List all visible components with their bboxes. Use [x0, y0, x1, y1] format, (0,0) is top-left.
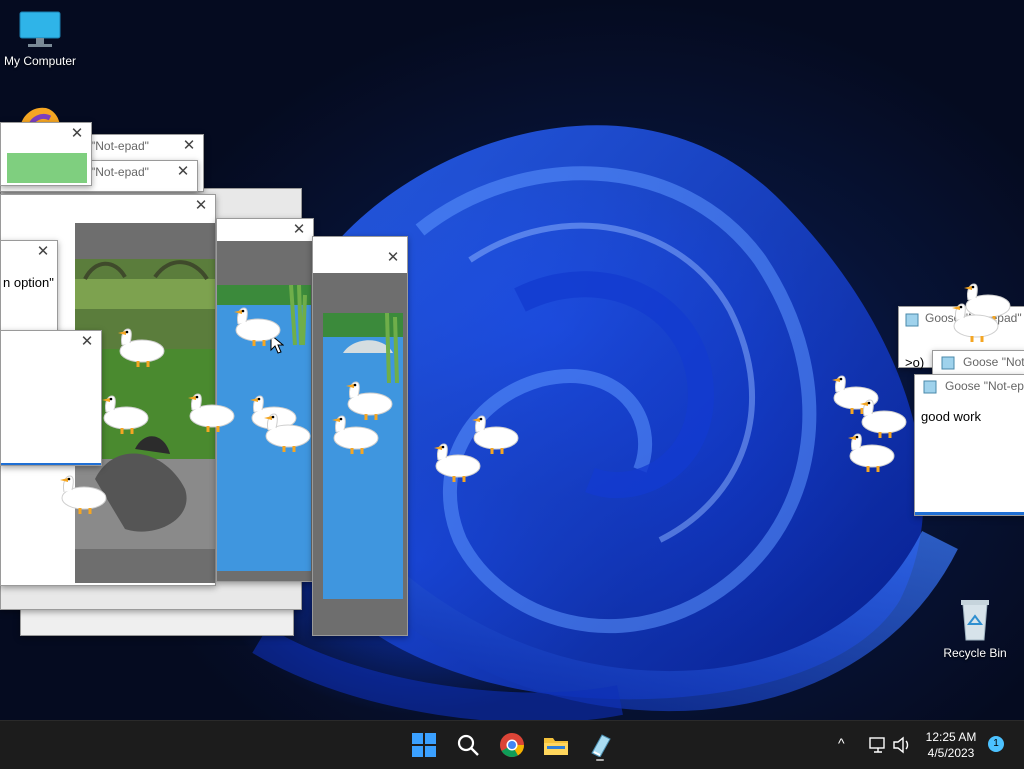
notepad-icon [941, 356, 955, 370]
monitor-icon [19, 11, 61, 47]
clock-time: 12:25 AM [925, 730, 977, 744]
network-icon[interactable] [868, 736, 888, 754]
chrome-button[interactable] [496, 729, 528, 761]
clock-date: 4/5/2023 [927, 746, 975, 760]
close-icon[interactable]: ✕ [193, 197, 209, 213]
window-accent-bar [915, 512, 1024, 515]
windows-logo-icon [412, 733, 436, 757]
pond-window-2[interactable]: ✕ [312, 236, 408, 636]
taskbar: ^ 12:25 AM 4/5/2023 [0, 720, 1024, 769]
close-icon[interactable]: ✕ [385, 249, 401, 265]
small-window-blank[interactable]: ✕ [0, 330, 102, 466]
option-text: n option" [3, 275, 54, 290]
notepad-app-button[interactable] [584, 729, 616, 761]
notepad-icon [591, 734, 611, 757]
pond-window-1[interactable]: ✕ [216, 218, 314, 582]
mouse-cursor-icon [270, 334, 284, 354]
close-icon[interactable]: ✕ [79, 333, 95, 349]
my-computer-shortcut[interactable]: My Computer [0, 10, 80, 68]
close-icon[interactable]: ✕ [69, 125, 85, 141]
my-computer-label: My Computer [3, 54, 77, 68]
goose-ascii-text: >o) [905, 355, 925, 370]
close-icon[interactable]: ✕ [35, 243, 51, 259]
clock[interactable]: 12:25 AM 4/5/2023 [916, 729, 986, 761]
close-icon[interactable]: ✕ [181, 137, 197, 153]
recycle-bin-shortcut[interactable]: Recycle Bin [935, 598, 1015, 660]
notepad-icon [923, 380, 937, 394]
desktop: My Computer Recycle Bin "Not-epad" ✕ "No… [0, 0, 1024, 720]
show-hidden-icons-button[interactable]: ^ [838, 735, 845, 751]
recycle-bin-icon [961, 600, 989, 641]
good-work-text: good work [921, 409, 981, 424]
close-icon[interactable]: ✕ [175, 163, 191, 179]
green-panel [7, 153, 87, 183]
folder-icon [544, 738, 568, 755]
file-explorer-button[interactable] [540, 729, 572, 761]
pond-reeds [217, 285, 311, 346]
search-icon [457, 734, 479, 756]
volume-icon[interactable] [892, 736, 912, 754]
recycle-bin-label: Recycle Bin [943, 646, 1007, 660]
small-window-green[interactable]: ✕ [0, 122, 92, 186]
search-button[interactable] [452, 729, 484, 761]
window-accent-bar [1, 463, 101, 465]
notepad-icon [905, 313, 919, 327]
notification-badge[interactable]: 1 [988, 736, 1004, 752]
goose-notepad-window-3[interactable]: Goose "Not-ep good work [914, 374, 1024, 516]
start-button[interactable] [408, 729, 440, 761]
running-indicator [596, 759, 604, 761]
chrome-icon [500, 733, 524, 758]
pond-reeds [323, 313, 403, 384]
close-icon[interactable]: ✕ [291, 221, 307, 237]
